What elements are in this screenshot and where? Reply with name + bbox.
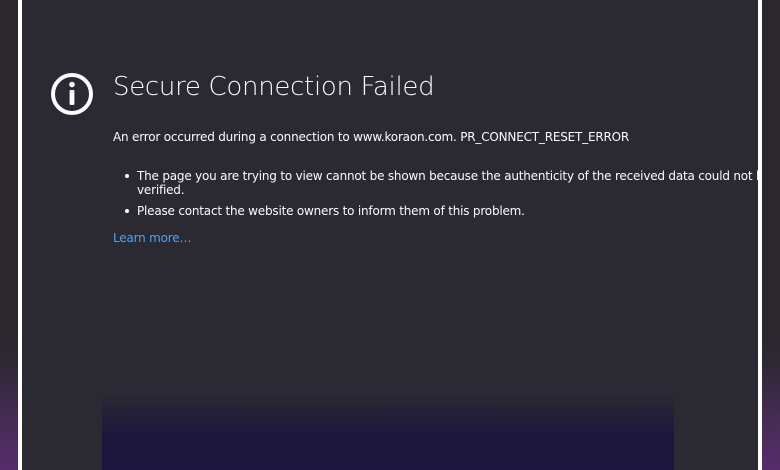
frame-border-right [758,0,762,470]
error-panel: Secure Connection Failed An error occurr… [22,0,758,470]
page-title: Secure Connection Failed [113,72,435,102]
list-item: Please contact the website owners to inf… [125,204,758,218]
panel-bottom-glow [102,390,674,470]
learn-more-link[interactable]: Learn more… [113,231,191,245]
error-details-list: The page you are trying to view cannot b… [113,169,758,225]
error-description: An error occurred during a connection to… [113,130,629,144]
backdrop-glow-left [0,360,18,470]
frame-border-left [18,0,22,470]
backdrop-glow-right [762,360,780,470]
list-item: The page you are trying to view cannot b… [125,169,758,197]
info-icon [51,73,93,115]
